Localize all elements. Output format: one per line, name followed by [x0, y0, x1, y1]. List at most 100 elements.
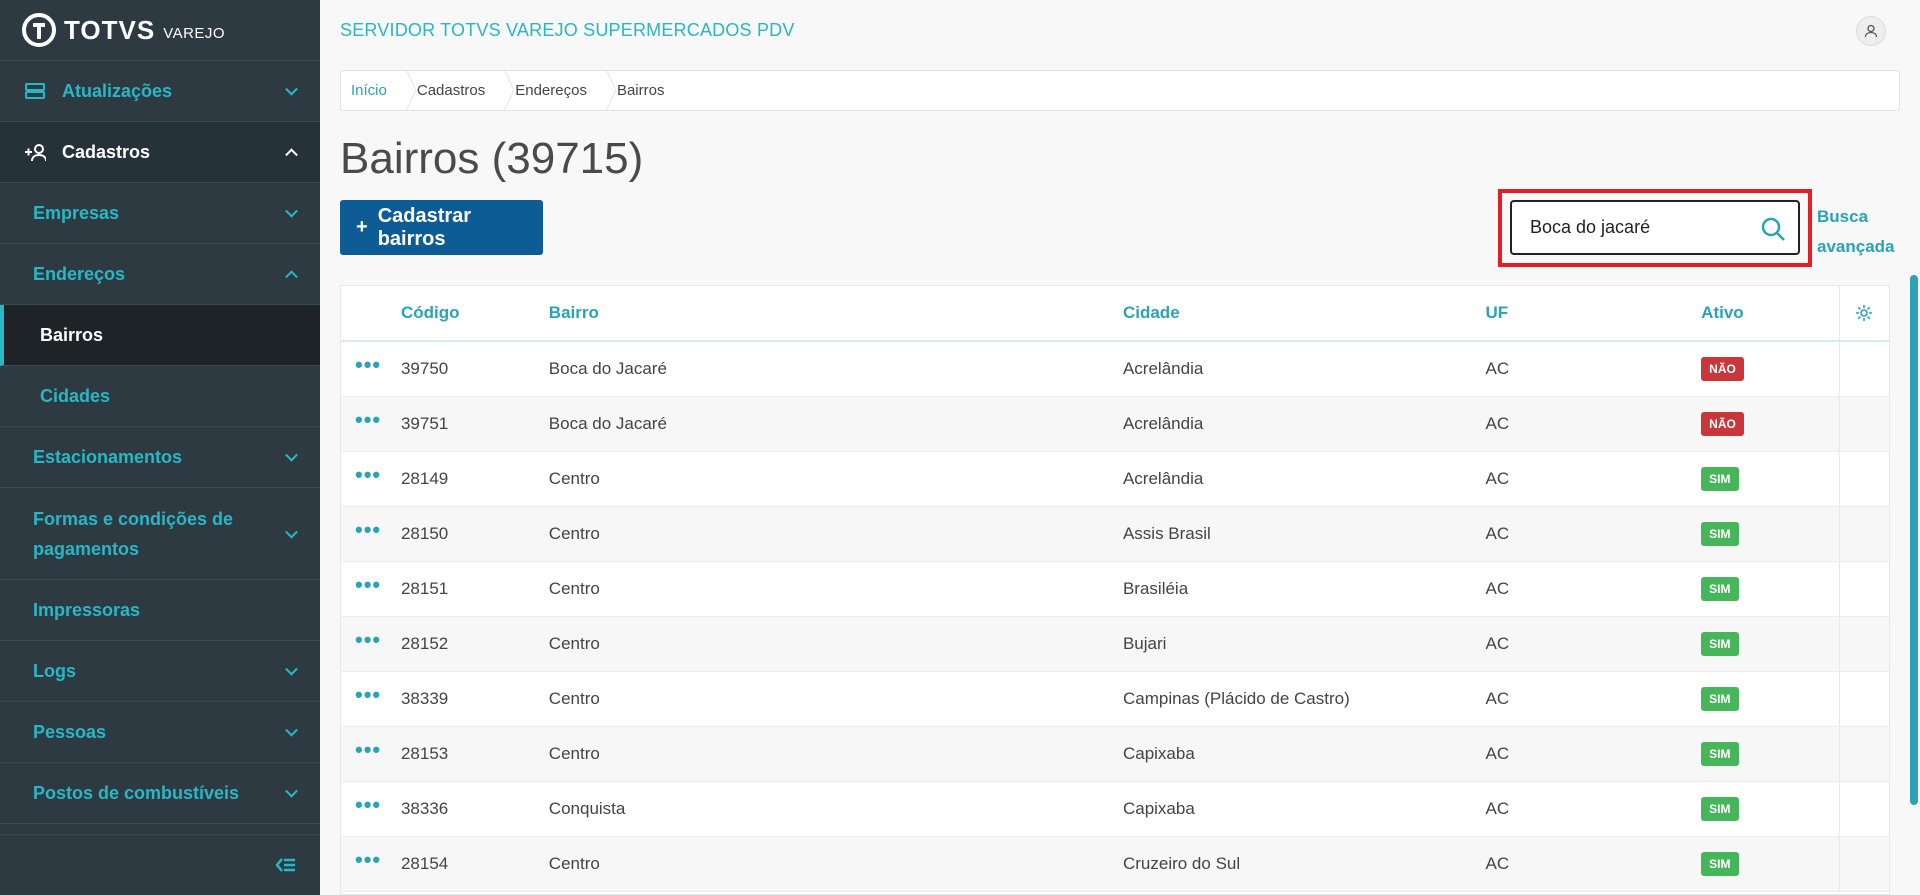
- bairros-table: Código Bairro Cidade UF Ativo ••• 39750 Bo…: [340, 285, 1890, 895]
- chevron-down-icon: [285, 82, 298, 96]
- user-icon[interactable]: [1856, 16, 1886, 46]
- chevron-up-icon: [285, 270, 298, 284]
- sidebar-item-label: Cidades: [40, 385, 111, 406]
- page-scrollbar[interactable]: [1910, 275, 1918, 805]
- sidebar-item-formas-pagamento[interactable]: Formas e condições de pagamentos: [0, 488, 320, 580]
- row-actions-icon[interactable]: •••: [341, 462, 381, 487]
- sidebar-item-estacionamentos[interactable]: Estacionamentos: [0, 427, 320, 488]
- cell-codigo: 38336: [400, 781, 549, 837]
- sidebar-footer: [0, 834, 320, 895]
- header-bairro[interactable]: Bairro: [548, 286, 1123, 342]
- row-actions-icon[interactable]: •••: [341, 627, 381, 652]
- cell-uf: AC: [1485, 726, 1702, 782]
- sidebar-item-cadastros[interactable]: Cadastros: [0, 122, 320, 183]
- sidebar-item-label: Atualizações: [62, 80, 173, 101]
- cell-cidade: Cruzeiro do Sul: [1122, 836, 1486, 892]
- search-field[interactable]: [1510, 200, 1800, 255]
- add-bairro-button[interactable]: + Cadastrar bairros: [340, 200, 543, 255]
- sidebar-item-bairros[interactable]: Bairros: [0, 305, 320, 366]
- cell-bairro: Centro: [548, 506, 1123, 562]
- cell-bairro: Conquista: [548, 781, 1123, 837]
- chevron-down-icon: [285, 662, 298, 676]
- chevron-down-icon: [285, 784, 298, 798]
- status-badge: SIM: [1701, 521, 1739, 546]
- search-input[interactable]: [1530, 217, 1750, 238]
- cell-codigo: 28153: [400, 726, 549, 782]
- chevron-down-icon: [285, 204, 298, 218]
- cell-cidade: Capixaba: [1122, 726, 1486, 782]
- app-title: SERVIDOR TOTVS VAREJO SUPERMERCADOS PDV: [340, 20, 795, 40]
- search-icon[interactable]: [1760, 216, 1786, 242]
- table-row[interactable]: ••• 28152 Centro Bujari AC SIM: [341, 616, 1889, 672]
- breadcrumb-enderecos[interactable]: Endereços: [515, 82, 607, 99]
- row-actions-icon[interactable]: •••: [341, 847, 381, 872]
- header-uf[interactable]: UF: [1485, 286, 1702, 342]
- header-codigo[interactable]: Código: [400, 286, 549, 342]
- cell-uf: AC: [1485, 506, 1702, 562]
- collapse-menu-icon[interactable]: [274, 855, 296, 875]
- table-row[interactable]: ••• 28149 Centro Acrelândia AC SIM: [341, 451, 1889, 507]
- cell-bairro: Boca do Jacaré: [548, 396, 1123, 452]
- row-actions-icon[interactable]: •••: [341, 737, 381, 762]
- table-row[interactable]: ••• 28154 Centro Cruzeiro do Sul AC SIM: [341, 836, 1889, 892]
- status-badge: SIM: [1701, 851, 1739, 876]
- advanced-search-link[interactable]: Busca avançada: [1817, 202, 1897, 262]
- sidebar-item-label: Impressoras: [33, 600, 141, 620]
- header-actions: [341, 286, 401, 342]
- cell-cidade: Bujari: [1122, 616, 1486, 672]
- table-row[interactable]: ••• 38339 Centro Campinas (Plácido de Castr…: [341, 671, 1889, 727]
- plus-icon: +: [356, 216, 368, 238]
- cell-bairro: Boca do Jacaré: [548, 341, 1123, 397]
- sidebar-item-logs[interactable]: Logs: [0, 641, 320, 702]
- sidebar-item-label: Logs: [33, 661, 76, 681]
- header-cidade[interactable]: Cidade: [1122, 286, 1486, 342]
- row-actions-icon[interactable]: •••: [341, 517, 381, 542]
- cell-uf: AC: [1485, 671, 1702, 727]
- table-settings[interactable]: [1838, 286, 1889, 342]
- status-badge: NÃO: [1701, 356, 1744, 381]
- breadcrumb-cadastros[interactable]: Cadastros: [417, 82, 505, 99]
- table-row[interactable]: ••• 38336 Conquista Capixaba AC SIM: [341, 781, 1889, 837]
- main-content: SERVIDOR TOTVS VAREJO SUPERMERCADOS PDV …: [320, 0, 1920, 895]
- sidebar-item-label: Formas e condições de pagamentos: [33, 508, 234, 559]
- chevron-up-icon: [285, 148, 298, 162]
- gear-icon[interactable]: [1854, 303, 1874, 323]
- sidebar: TOTVS VAREJO Atualizações Cadastros Empr…: [0, 0, 320, 895]
- table-row[interactable]: ••• 28151 Centro Brasiléia AC SIM: [341, 561, 1889, 617]
- sidebar-item-pessoas[interactable]: Pessoas: [0, 702, 320, 763]
- sidebar-item-impressoras[interactable]: Impressoras: [0, 580, 320, 641]
- header-ativo[interactable]: Ativo: [1701, 286, 1839, 342]
- topbar: SERVIDOR TOTVS VAREJO SUPERMERCADOS PDV: [320, 0, 1920, 61]
- sidebar-item-empresas[interactable]: Empresas: [0, 183, 320, 244]
- cell-codigo: 28154: [400, 836, 549, 892]
- row-actions-icon[interactable]: •••: [341, 682, 381, 707]
- row-actions-icon[interactable]: •••: [341, 792, 381, 817]
- breadcrumb-inicio[interactable]: Início: [351, 82, 407, 99]
- chevron-down-icon: [285, 448, 298, 462]
- add-bairro-label: Cadastrar bairros: [377, 204, 472, 250]
- brand-sub: VAREJO: [163, 24, 226, 42]
- table-row[interactable]: ••• 39750 Boca do Jacaré Acrelândia AC NÃO: [341, 341, 1889, 397]
- cell-uf: AC: [1485, 781, 1702, 837]
- sidebar-item-postos[interactable]: Postos de combustíveis: [0, 763, 320, 824]
- cell-codigo: 28150: [400, 506, 549, 562]
- cell-cidade: Capixaba: [1122, 781, 1486, 837]
- table-row[interactable]: ••• 28153 Centro Capixaba AC SIM: [341, 726, 1889, 782]
- cell-uf: AC: [1485, 341, 1702, 397]
- cell-codigo: 28149: [400, 451, 549, 507]
- status-badge: SIM: [1701, 686, 1739, 711]
- sidebar-item-atualizacoes[interactable]: Atualizações: [0, 61, 320, 122]
- cell-cidade: Acrelândia: [1122, 341, 1486, 397]
- breadcrumb: Início Cadastros Endereços Bairros: [340, 70, 1900, 111]
- sidebar-item-enderecos[interactable]: Endereços: [0, 244, 320, 305]
- cell-uf: AC: [1485, 561, 1702, 617]
- table-row[interactable]: ••• 28150 Centro Assis Brasil AC SIM: [341, 506, 1889, 562]
- row-actions-icon[interactable]: •••: [341, 352, 381, 377]
- sidebar-item-label: Pessoas: [33, 722, 107, 742]
- table-row[interactable]: ••• 39751 Boca do Jacaré Acrelândia AC NÃO: [341, 396, 1889, 452]
- sidebar-item-cidades[interactable]: Cidades: [0, 366, 320, 427]
- row-actions-icon[interactable]: •••: [341, 572, 381, 597]
- row-actions-icon[interactable]: •••: [341, 407, 381, 432]
- status-badge: SIM: [1701, 796, 1739, 821]
- brand[interactable]: TOTVS VAREJO: [0, 0, 320, 61]
